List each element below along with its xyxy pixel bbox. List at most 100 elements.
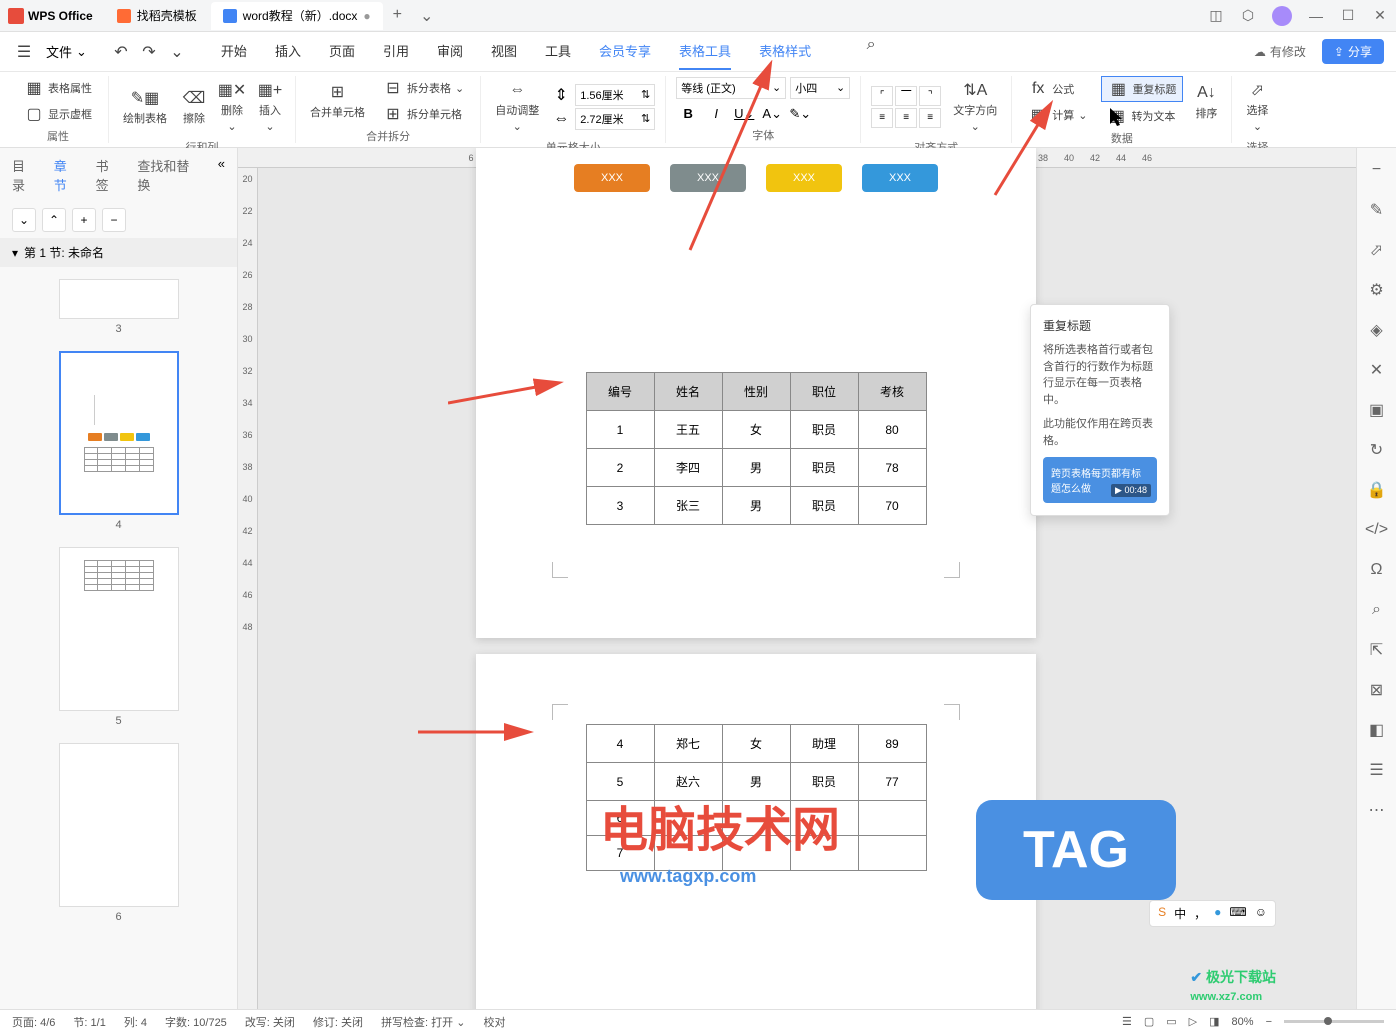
td[interactable] — [858, 801, 926, 836]
td[interactable]: 女 — [722, 725, 790, 763]
sidebar-tab-bookmarks[interactable]: 书签 — [96, 156, 122, 194]
td[interactable]: 80 — [858, 411, 926, 449]
panel-icon[interactable]: ◫ — [1208, 8, 1224, 24]
col-width-input[interactable]: 2.72厘米⇅ — [575, 108, 655, 130]
cube-icon[interactable]: ⬡ — [1240, 8, 1256, 24]
document-canvas[interactable]: 6422468101214161820222426283032343638404… — [238, 148, 1356, 1009]
search2-icon[interactable]: ⌕ — [1367, 600, 1387, 620]
add-section-button[interactable]: + — [72, 208, 96, 232]
tooltip-video-card[interactable]: 跨页表格每页都有标题怎么做 ▶ 00:48 — [1043, 457, 1157, 503]
delete-button[interactable]: ▦✕删除⌄ — [217, 76, 247, 137]
repeat-header-button[interactable]: ▦重复标题 — [1101, 76, 1183, 102]
status-spell[interactable]: 拼写检查: 打开 ⌄ — [381, 1014, 465, 1030]
sidebar-tab-findreplace[interactable]: 查找和替换 — [137, 156, 201, 194]
layers-icon[interactable]: ▣ — [1367, 400, 1387, 420]
td[interactable]: 5 — [586, 763, 654, 801]
page-thumbnail[interactable]: 5 — [59, 547, 179, 727]
pencil-icon[interactable]: ✎ — [1367, 200, 1387, 220]
page-thumbnail[interactable]: 4 — [59, 351, 179, 531]
font-size-select[interactable]: 小四⌄ — [790, 77, 850, 99]
collapse-sidebar-icon[interactable]: « — [218, 156, 225, 194]
th[interactable]: 考核 — [858, 373, 926, 411]
tab-member[interactable]: 会员专享 — [599, 33, 651, 70]
td[interactable]: 4 — [586, 725, 654, 763]
expand-up-button[interactable]: ⌃ — [42, 208, 66, 232]
td[interactable]: 男 — [722, 763, 790, 801]
tab-dropdown[interactable]: ⌄ — [412, 2, 441, 30]
more-icon[interactable]: ⋯ — [1367, 800, 1387, 820]
th[interactable]: 姓名 — [654, 373, 722, 411]
align-mr[interactable]: ≡ — [919, 108, 941, 128]
list-icon[interactable]: ☰ — [1367, 760, 1387, 780]
align-tl[interactable]: ⌜ — [871, 86, 893, 106]
status-section[interactable]: 节: 1/1 — [73, 1014, 105, 1030]
tools-icon[interactable]: ✕ — [1367, 360, 1387, 380]
view-mode-icon[interactable]: ☰ — [1122, 1015, 1132, 1028]
view-page-icon[interactable]: ▢ — [1144, 1015, 1154, 1028]
td[interactable]: 助理 — [790, 725, 858, 763]
auto-adjust-button[interactable]: ⇔自动调整⌄ — [491, 76, 543, 137]
remove-section-button[interactable]: − — [102, 208, 126, 232]
select-icon[interactable]: ⬀ — [1367, 240, 1387, 260]
td[interactable]: 李四 — [654, 449, 722, 487]
code-icon[interactable]: </> — [1367, 520, 1387, 540]
tab-page[interactable]: 页面 — [329, 33, 355, 70]
th[interactable]: 职位 — [790, 373, 858, 411]
merge-cells-button[interactable]: ⊞合并单元格 — [306, 78, 369, 124]
td[interactable]: 职员 — [790, 763, 858, 801]
tab-insert[interactable]: 插入 — [275, 33, 301, 70]
data-table-1[interactable]: 编号 姓名 性别 职位 考核 1王五女职员80 2李四男职员78 3张三男职员7… — [586, 372, 927, 525]
td[interactable]: 6 — [586, 801, 654, 836]
td[interactable]: 78 — [858, 449, 926, 487]
td[interactable]: 王五 — [654, 411, 722, 449]
page-thumbnail[interactable]: 6 — [59, 743, 179, 923]
zoom-slider[interactable] — [1284, 1020, 1384, 1023]
tab-tools[interactable]: 工具 — [545, 33, 571, 70]
tab-reference[interactable]: 引用 — [383, 33, 409, 70]
td[interactable]: 77 — [858, 763, 926, 801]
th[interactable]: 性别 — [722, 373, 790, 411]
show-grid-button[interactable]: ▢显示虚框 — [18, 102, 98, 126]
sidebar-tab-chapters[interactable]: 章节 — [54, 156, 80, 194]
tab-start[interactable]: 开始 — [221, 33, 247, 70]
td[interactable] — [790, 801, 858, 836]
sort-button[interactable]: A↓排序 — [1191, 79, 1221, 125]
td[interactable] — [858, 836, 926, 871]
zoom-level[interactable]: 80% — [1232, 1016, 1254, 1028]
td[interactable]: 职员 — [790, 449, 858, 487]
search-icon[interactable]: ⌕ — [859, 33, 883, 57]
status-revise[interactable]: 改写: 关闭 — [245, 1014, 295, 1030]
table-properties-button[interactable]: ▦表格属性 — [18, 76, 98, 100]
sidebar-tab-toc[interactable]: 目录 — [12, 156, 38, 194]
view-read-icon[interactable]: ▭ — [1166, 1015, 1176, 1028]
td[interactable]: 70 — [858, 487, 926, 525]
section-header[interactable]: ▾ 第 1 节: 未命名 — [0, 238, 237, 267]
view-outline-icon[interactable]: ◨ — [1209, 1015, 1219, 1028]
expand-down-button[interactable]: ⌄ — [12, 208, 36, 232]
data-table-2[interactable]: 4郑七女助理89 5赵六男职员77 6 7 — [586, 724, 927, 871]
share-button[interactable]: ⇪ 分享 — [1322, 39, 1384, 64]
insert-button[interactable]: ▦+插入⌄ — [255, 76, 285, 137]
td[interactable]: 3 — [586, 487, 654, 525]
highlight-button[interactable]: ✎⌄ — [788, 103, 812, 125]
td[interactable]: 郑七 — [654, 725, 722, 763]
redo-button[interactable]: ↷ — [137, 40, 161, 64]
edit-status[interactable]: ☁ 有修改 — [1254, 43, 1306, 60]
td[interactable]: 男 — [722, 449, 790, 487]
close-panel-icon[interactable]: ⊠ — [1367, 680, 1387, 700]
status-proof[interactable]: 校对 — [483, 1014, 505, 1030]
view-web-icon[interactable]: ▷ — [1189, 1015, 1197, 1028]
td[interactable]: 职员 — [790, 411, 858, 449]
td[interactable]: 男 — [722, 487, 790, 525]
ime-toolbar[interactable]: S中，●⌨☺ — [1149, 900, 1276, 927]
ai-icon[interactable]: ◈ — [1367, 320, 1387, 340]
td[interactable]: 张三 — [654, 487, 722, 525]
tab-view[interactable]: 视图 — [491, 33, 517, 70]
split-table-button[interactable]: ⊟拆分表格⌄ — [377, 76, 470, 100]
align-ml[interactable]: ≡ — [871, 108, 893, 128]
undo-button[interactable]: ↶ — [109, 40, 133, 64]
settings-icon[interactable]: ⚙ — [1367, 280, 1387, 300]
draw-table-button[interactable]: ✎▦绘制表格 — [119, 84, 171, 130]
add-tab-button[interactable]: + — [385, 2, 410, 30]
td[interactable] — [722, 801, 790, 836]
